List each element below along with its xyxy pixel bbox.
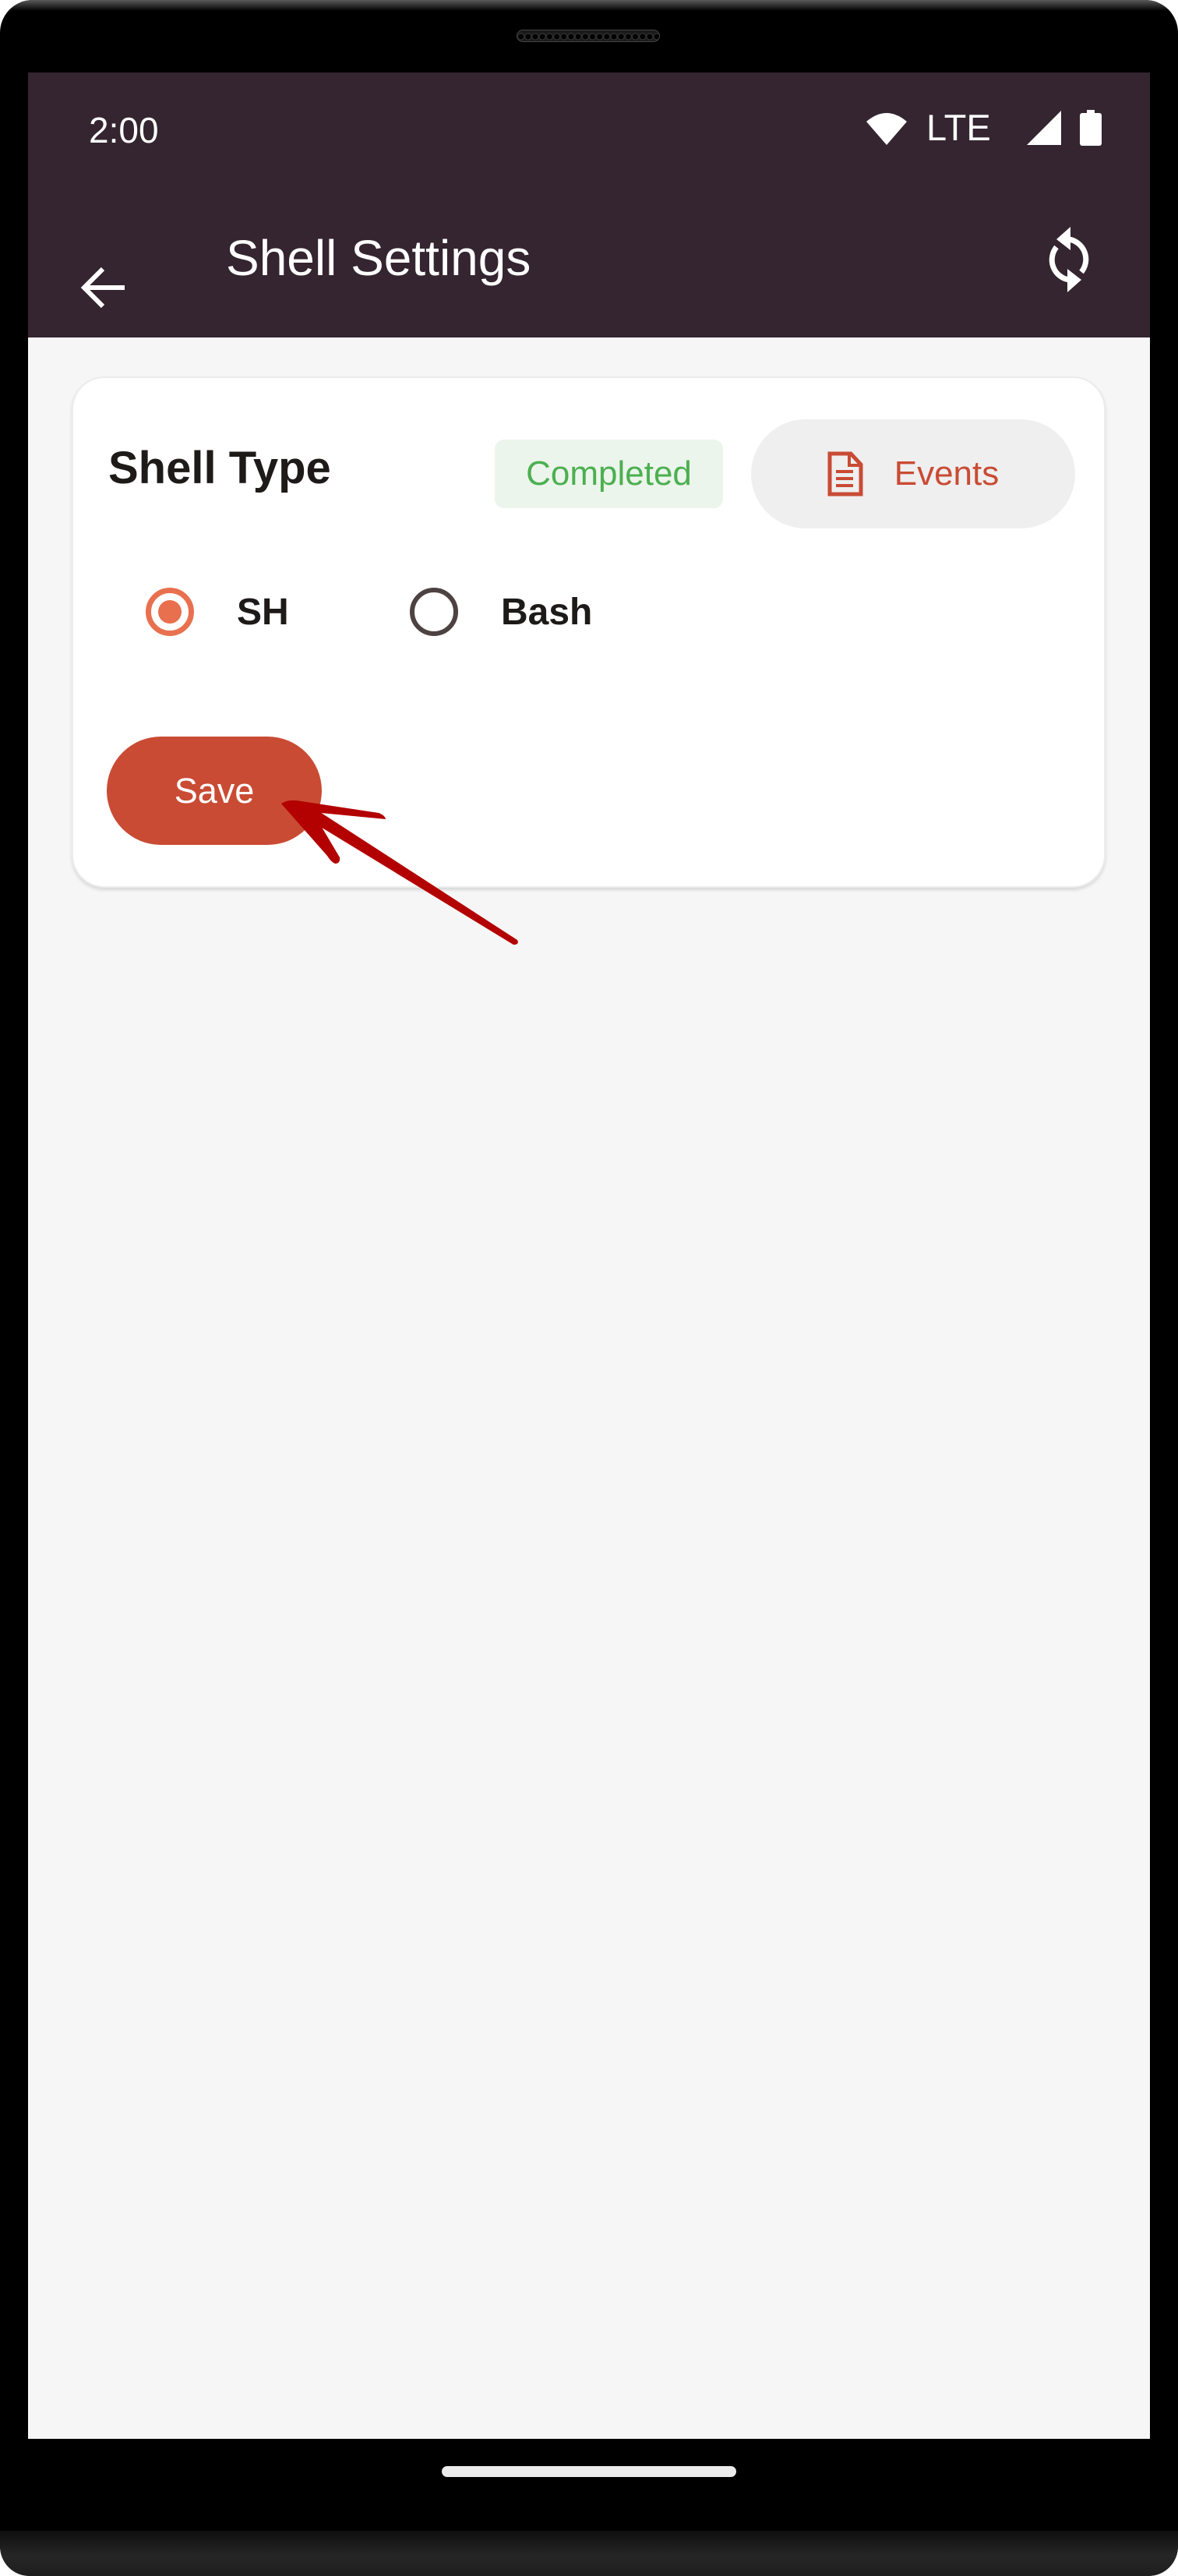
card-title: Shell Type <box>108 443 331 493</box>
radio-unselected-icon[interactable] <box>410 588 458 636</box>
status-time: 2:00 <box>89 110 159 150</box>
radio-selected-icon[interactable] <box>146 588 194 636</box>
document-icon <box>827 451 863 496</box>
status-badge: Completed <box>495 440 723 508</box>
signal-icon <box>1027 111 1061 145</box>
back-button[interactable] <box>79 263 129 313</box>
radio-option-sh[interactable]: SH <box>146 573 289 651</box>
page-title: Shell Settings <box>226 230 531 286</box>
phone-frame: 2:00 LTE Shell Settings Shell Type Compl… <box>0 0 1178 2576</box>
radio-label-bash: Bash <box>501 591 593 633</box>
radio-label-sh: SH <box>237 591 289 633</box>
radio-option-bash[interactable]: Bash <box>410 573 592 651</box>
events-button[interactable]: Events <box>751 419 1075 528</box>
screen: 2:00 LTE Shell Settings Shell Type Compl… <box>28 72 1150 2439</box>
network-type: LTE <box>926 107 991 148</box>
wifi-icon <box>866 113 907 145</box>
sync-icon <box>1049 227 1089 292</box>
shell-type-card: Shell Type Completed Events SH Bash Save <box>72 376 1106 888</box>
phone-rim <box>0 0 1178 11</box>
battery-icon <box>1080 110 1102 146</box>
status-icons: LTE <box>866 107 1108 148</box>
app-bar: 2:00 LTE Shell Settings <box>28 72 1150 337</box>
phone-bottom-bezel <box>0 2531 1178 2576</box>
home-indicator[interactable] <box>442 2466 736 2477</box>
refresh-button[interactable] <box>1041 224 1097 295</box>
arrow-left-icon <box>80 267 125 309</box>
events-label: Events <box>894 454 1000 493</box>
save-button[interactable]: Save <box>107 737 322 845</box>
shell-type-radio-group: SH Bash <box>73 573 1104 651</box>
earpiece-speaker <box>517 30 660 42</box>
